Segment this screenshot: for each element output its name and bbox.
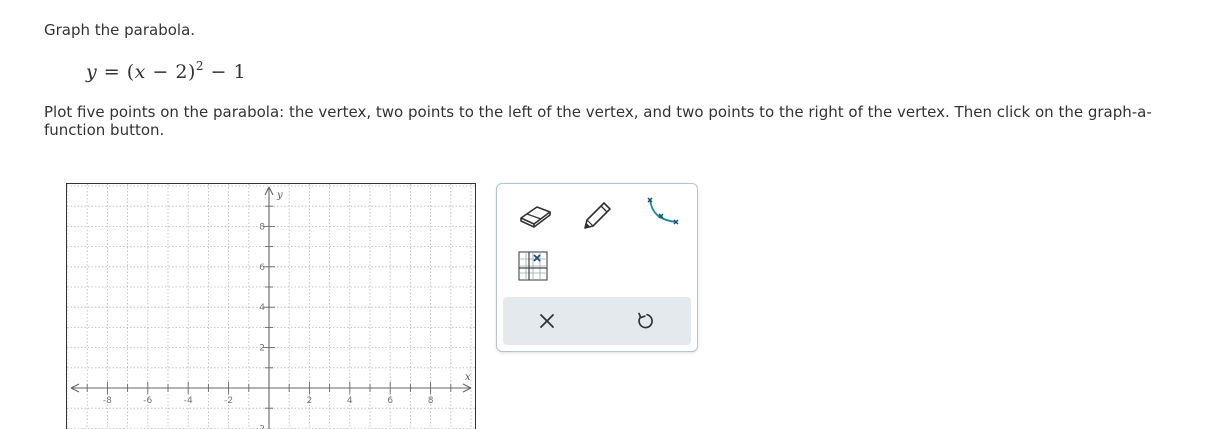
clear-button[interactable]	[527, 307, 567, 335]
y-tick-label: 6	[259, 263, 265, 273]
graph-area[interactable]: -8 -6 -4 -2 2 4 6 8 8 6 4 2 -2 x y	[66, 183, 476, 429]
equation-part: − 1	[204, 61, 247, 83]
graph-a-function-button[interactable]	[641, 194, 683, 230]
undo-button[interactable]	[625, 307, 665, 335]
point-plot-tool-button[interactable]	[515, 248, 551, 284]
y-axis-label: y	[276, 190, 283, 201]
equation-y: y	[86, 61, 98, 83]
equation-x: x	[134, 61, 146, 83]
eraser-tool-button[interactable]	[513, 198, 557, 230]
y-tick-label: -2	[256, 424, 265, 429]
x-tick-label: -4	[184, 396, 193, 406]
pencil-icon	[584, 202, 611, 229]
grid-point-icon	[518, 251, 548, 281]
equation-part: − 2)	[145, 61, 196, 83]
x-tick-label: -6	[143, 396, 152, 406]
coordinate-plane[interactable]: -8 -6 -4 -2 2 4 6 8 8 6 4 2 -2 x y	[67, 184, 475, 429]
x-tick-label: 4	[347, 396, 353, 406]
action-bar	[503, 297, 691, 345]
x-tick-label: -2	[224, 396, 233, 406]
question-instruction: Plot five points on the parabola: the ve…	[44, 103, 1152, 139]
x-tick-label: 6	[387, 396, 393, 406]
graphing-toolbox	[496, 183, 698, 352]
close-icon	[540, 314, 554, 328]
y-tick-label: 8	[259, 222, 265, 232]
equation-exponent: 2	[195, 59, 205, 73]
equation-part: = (	[97, 61, 135, 83]
x-tick-label: 8	[428, 396, 434, 406]
curve-through-points-icon	[647, 197, 679, 225]
question-prompt: Graph the parabola.	[44, 21, 196, 39]
pencil-tool-button[interactable]	[577, 196, 617, 230]
x-axis-label: x	[465, 372, 471, 383]
y-tick-label: 2	[259, 344, 265, 354]
x-tick-label: -8	[103, 396, 112, 406]
x-tick-label: 2	[307, 396, 313, 406]
undo-icon	[638, 312, 653, 329]
y-tick-label: 4	[259, 303, 265, 313]
eraser-icon	[520, 206, 551, 228]
parabola-equation: y = (x − 2)2 − 1	[86, 59, 247, 83]
